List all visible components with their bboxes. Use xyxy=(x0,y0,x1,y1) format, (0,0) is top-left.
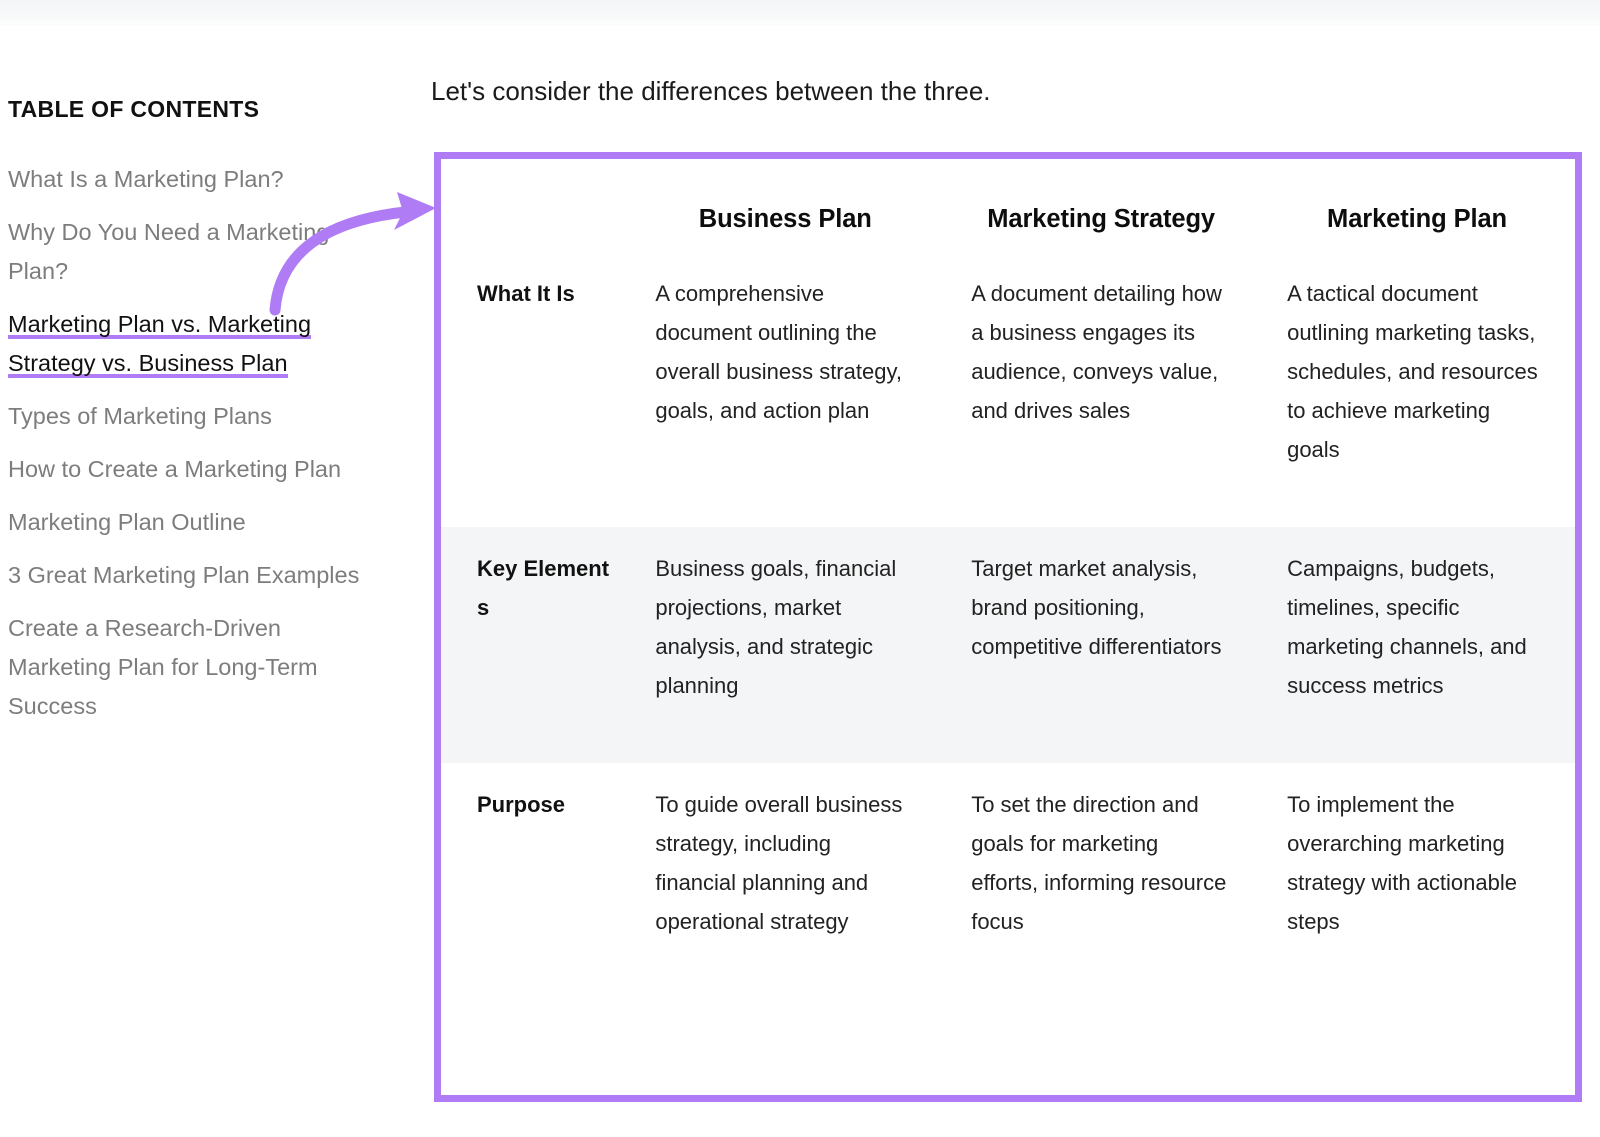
table-header-row: Business Plan Marketing Strategy Marketing… xyxy=(441,159,1575,252)
column-header: Business Plan xyxy=(698,205,872,233)
row-label: Purpose xyxy=(477,792,566,817)
toc-item[interactable]: 3 Great Marketing Plan Examples xyxy=(8,556,368,595)
column-header: Marketing Plan xyxy=(1327,205,1508,233)
comparison-table-highlight-frame: Business Plan Marketing Strategy Marketing… xyxy=(434,152,1582,1102)
toc-item-label: Types of Marketing Plans xyxy=(8,402,272,429)
toc-item-label: Marketing Plan vs. Marketing Strategy vs… xyxy=(8,310,312,376)
table-cell: Business goals, financial projections, m… xyxy=(655,556,897,698)
comparison-table: Business Plan Marketing Strategy Marketing… xyxy=(441,159,1575,999)
toc-item[interactable]: Why Do You Need a Marketing Plan? xyxy=(8,213,368,291)
top-gradient-band xyxy=(0,0,1600,26)
table-body: What It Is A comprehensive document outli… xyxy=(441,252,1575,999)
table-row: What It Is A comprehensive document outli… xyxy=(441,252,1575,527)
row-label: What It Is xyxy=(477,281,575,306)
table-head: Business Plan Marketing Strategy Marketing… xyxy=(441,159,1575,252)
toc-item[interactable]: Create a Research-Driven Marketing Plan … xyxy=(8,609,368,726)
table-cell: Target market analysis, brand positionin… xyxy=(971,556,1222,659)
table-corner-cell xyxy=(441,159,627,252)
table-cell: To set the direction and goals for marke… xyxy=(971,792,1227,934)
table-cell: A tactical document outlining marketing … xyxy=(1287,281,1538,462)
lead-paragraph: Let's consider the differences between t… xyxy=(431,76,991,106)
toc-list: What Is a Marketing Plan? Why Do You Need… xyxy=(8,160,368,726)
table-cell: To guide overall business strategy, incl… xyxy=(655,792,903,934)
toc-item-label: How to Create a Marketing Plan xyxy=(8,455,342,482)
toc-item-label: 3 Great Marketing Plan Examples xyxy=(8,561,360,588)
toc-item-active[interactable]: Marketing Plan vs. Marketing Strategy vs… xyxy=(8,305,368,383)
table-cell: A comprehensive document outlining the o… xyxy=(655,281,902,423)
row-label: Key Elements xyxy=(477,556,610,620)
toc-item[interactable]: Marketing Plan Outline xyxy=(8,503,368,542)
table-cell: Campaigns, budgets, timelines, specific … xyxy=(1287,556,1527,698)
toc-item[interactable]: Types of Marketing Plans xyxy=(8,397,368,436)
toc-item[interactable]: How to Create a Marketing Plan xyxy=(8,450,368,489)
table-cell: A document detailing how a business enga… xyxy=(971,281,1222,423)
toc-item[interactable]: What Is a Marketing Plan? xyxy=(8,160,368,199)
toc-item-label: Why Do You Need a Marketing Plan? xyxy=(8,218,330,284)
toc-item-label: Create a Research-Driven Marketing Plan … xyxy=(8,614,318,719)
table-cell: To implement the overarching marketing s… xyxy=(1287,792,1517,934)
table-row: Key Elements Business goals, financial pr… xyxy=(441,527,1575,763)
table-row: Purpose To guide overall business strateg… xyxy=(441,763,1575,999)
toc-item-label: What Is a Marketing Plan? xyxy=(8,165,284,192)
table-of-contents: TABLE OF CONTENTS What Is a Marketing Pl… xyxy=(8,96,368,740)
column-header: Marketing Strategy xyxy=(987,205,1216,233)
toc-heading: TABLE OF CONTENTS xyxy=(8,96,260,122)
toc-item-label: Marketing Plan Outline xyxy=(8,508,246,535)
